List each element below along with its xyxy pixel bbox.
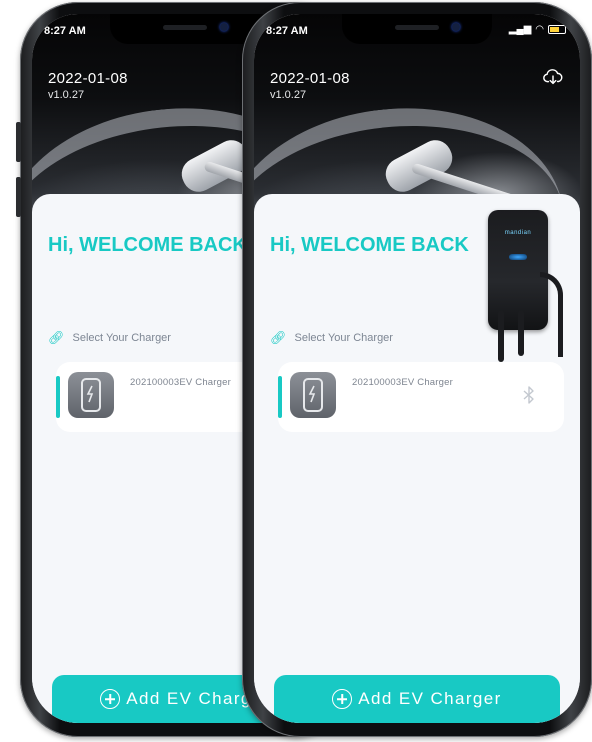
signal-icon: ▂▄▆ xyxy=(508,24,532,35)
cloud-download-icon[interactable] xyxy=(542,66,564,88)
add-ev-charger-button[interactable]: Add EV Charger xyxy=(274,675,560,723)
charger-list-item[interactable]: 202100003EV Charger xyxy=(278,362,564,432)
charger-device-icon xyxy=(303,378,323,412)
status-time: 8:27 AM xyxy=(44,25,86,37)
link-icon: 🔗︎ xyxy=(48,330,65,345)
date-label: 2022-01-08 xyxy=(270,70,350,87)
speaker xyxy=(163,25,207,30)
select-charger-label: Select Your Charger xyxy=(72,332,171,344)
wallbox-brand: mandian xyxy=(504,230,532,236)
charger-name: 202100003EV Charger xyxy=(130,377,231,388)
notch xyxy=(110,14,260,44)
version-label: v1.0.27 xyxy=(270,89,307,101)
add-ev-charger-label: Add EV Charger xyxy=(358,689,502,708)
charger-device-icon xyxy=(81,378,101,412)
wifi-icon: ◠ xyxy=(535,24,544,35)
select-charger-row: 🔗︎ Select Your Charger xyxy=(270,330,393,346)
wallbox-cable xyxy=(518,310,524,356)
wallbox-charger-image: mandian xyxy=(488,210,563,362)
welcome-title: Hi, WELCOME BACK xyxy=(48,234,247,256)
select-charger-row: 🔗︎ Select Your Charger xyxy=(48,330,171,346)
link-icon: 🔗︎ xyxy=(270,330,287,345)
front-camera xyxy=(220,23,228,31)
charger-thumbnail xyxy=(68,372,114,418)
version-label: v1.0.27 xyxy=(48,89,85,101)
wallbox-hose xyxy=(540,272,563,357)
welcome-title: Hi, WELCOME BACK xyxy=(270,234,469,256)
selected-indicator xyxy=(278,376,282,418)
app-screen: 8:27 AM ▂▄▆ ◠ 2022-01-08 v1.0.27 Hi, WEL… xyxy=(254,14,580,723)
selected-indicator xyxy=(56,376,60,418)
charger-thumbnail xyxy=(290,372,336,418)
volume-button xyxy=(16,122,21,162)
wallbox-cable xyxy=(498,310,504,362)
front-camera xyxy=(452,23,460,31)
volume-button xyxy=(16,177,21,217)
bluetooth-icon[interactable] xyxy=(522,386,536,404)
notch xyxy=(342,14,492,44)
wallbox-status-light xyxy=(509,254,527,260)
phone-front: 8:27 AM ▂▄▆ ◠ 2022-01-08 v1.0.27 Hi, WEL… xyxy=(242,2,592,737)
speaker xyxy=(395,25,439,30)
charger-name: 202100003EV Charger xyxy=(352,377,453,388)
plus-circle-icon xyxy=(332,689,353,709)
plus-circle-icon xyxy=(100,689,121,709)
select-charger-label: Select Your Charger xyxy=(294,332,393,344)
date-label: 2022-01-08 xyxy=(48,70,128,87)
status-time: 8:27 AM xyxy=(266,25,308,37)
battery-icon xyxy=(548,25,566,34)
status-icons: ▂▄▆ ◠ xyxy=(509,24,566,35)
